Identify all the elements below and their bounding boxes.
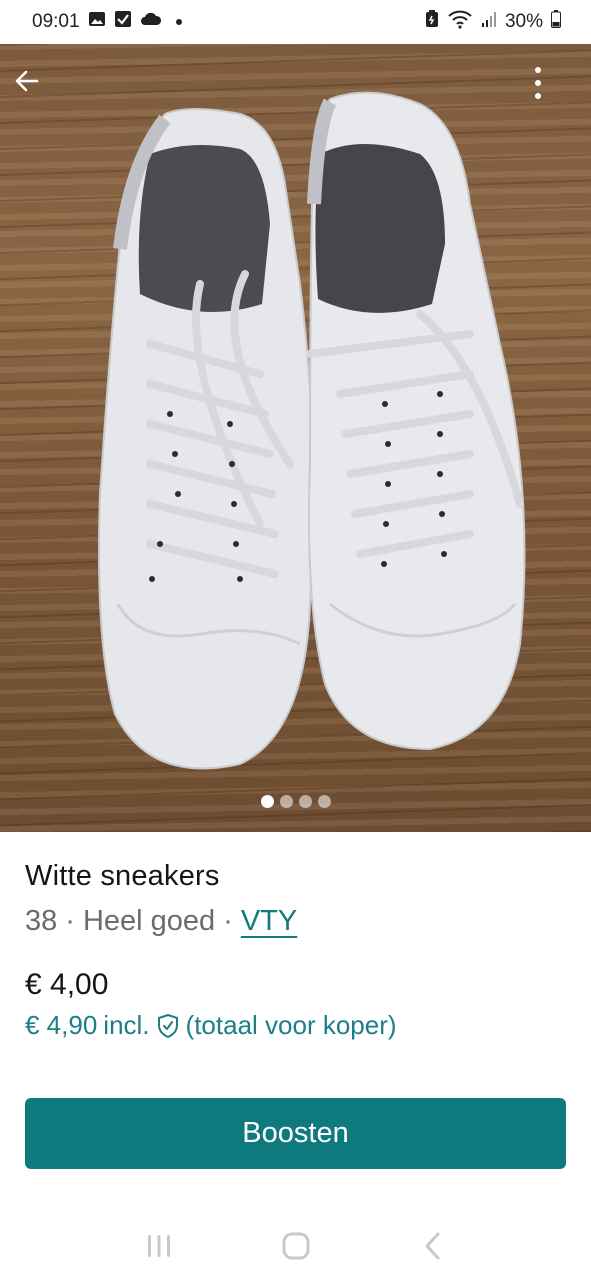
- price-incl-label: incl.: [103, 1010, 150, 1040]
- status-time: 09:01: [32, 11, 80, 32]
- status-bar: 09:01 30%: [0, 0, 591, 44]
- price-incl-buyer-protection[interactable]: € 4,90 incl. (totaal voor koper): [25, 1010, 566, 1041]
- item-photo-carousel[interactable]: [0, 44, 591, 832]
- shield-check-icon: [156, 1013, 180, 1039]
- price-incl-note: (totaal voor koper): [185, 1010, 397, 1040]
- recent-apps-button[interactable]: [129, 1216, 189, 1276]
- carousel-indicator: [0, 795, 591, 808]
- left-shoe: [98, 108, 315, 770]
- sneakers-photo: [98, 91, 526, 770]
- carousel-dot: [317, 795, 331, 808]
- system-navigation-bar: [0, 1212, 591, 1280]
- cloud-icon: [140, 11, 162, 33]
- home-button[interactable]: [266, 1216, 326, 1276]
- boost-button[interactable]: Boosten: [25, 1098, 566, 1169]
- carousel-dot: [260, 795, 274, 808]
- arrow-left-icon: [15, 70, 39, 92]
- item-price: € 4,00: [25, 968, 109, 1001]
- item-brand-link[interactable]: VTY: [241, 905, 297, 938]
- wifi-icon: [447, 9, 473, 35]
- system-back-button[interactable]: [403, 1216, 463, 1276]
- status-left: 09:01: [32, 10, 182, 34]
- carousel-dot: [279, 795, 293, 808]
- battery-icon: [551, 10, 561, 34]
- more-vertical-icon: [535, 67, 541, 99]
- battery-saver-icon: [425, 10, 439, 34]
- checkbox-icon: [114, 10, 132, 34]
- dot-icon: [175, 19, 182, 25]
- meta-separator: ·: [223, 905, 233, 937]
- back-button[interactable]: [12, 66, 56, 110]
- status-right: 30%: [425, 9, 561, 35]
- home-icon: [282, 1232, 309, 1260]
- image-icon: [88, 10, 106, 34]
- item-meta: 38 · Heel goed · VTY: [25, 905, 566, 938]
- more-options-button[interactable]: [533, 66, 577, 110]
- item-condition: Heel goed: [82, 905, 216, 937]
- battery-percent: 30%: [504, 11, 543, 32]
- right-shoe: [306, 91, 526, 751]
- item-details: Witte sneakers 38 · Heel goed · VTY € 4,…: [0, 832, 591, 1041]
- signal-icon: [481, 10, 497, 34]
- meta-separator: ·: [65, 905, 75, 937]
- recent-apps-icon: [147, 1235, 170, 1257]
- item-size: 38: [25, 905, 58, 937]
- carousel-dot: [298, 795, 312, 808]
- price-incl-amount: € 4,90: [25, 1010, 98, 1040]
- item-title: Witte sneakers: [25, 860, 220, 892]
- back-icon: [425, 1232, 439, 1260]
